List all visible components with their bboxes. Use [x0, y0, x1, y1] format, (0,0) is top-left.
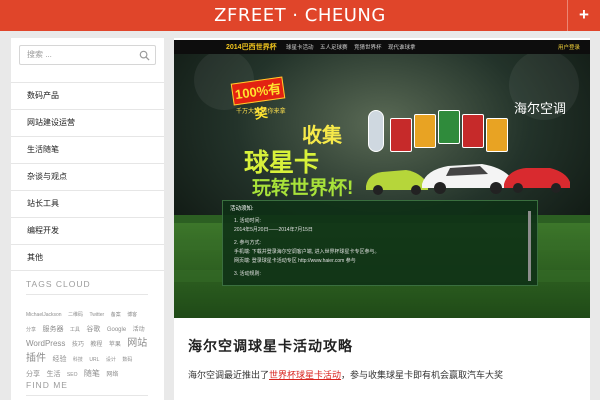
info-line: 3. 活动规则:: [234, 271, 261, 277]
tag-link[interactable]: 苹果: [109, 342, 121, 348]
info-line: 2. 参与方式:: [234, 240, 261, 246]
tag-link[interactable]: 插件: [26, 353, 46, 364]
info-line: 网页端: 登录球星卡活动专区 http://www.haier.com 参与: [234, 258, 356, 264]
tag-link[interactable]: 技巧: [72, 342, 84, 348]
activity-info-panel: 活动须知: 1. 活动时间: 2014年5月20日——2014年7月15日 2.…: [222, 200, 538, 286]
tag-link[interactable]: Google: [107, 327, 126, 333]
tag-link[interactable]: 工具: [70, 327, 80, 333]
banner-slogan: 玩转世界杯!: [252, 178, 354, 199]
banner-nav-item: 球星卡活动: [286, 45, 314, 51]
divider: [26, 395, 148, 396]
category-item[interactable]: 站长工具: [11, 190, 164, 217]
tag-link[interactable]: 二维码: [68, 312, 83, 318]
category-item[interactable]: 其他: [11, 244, 164, 271]
tag-link[interactable]: 经验: [52, 356, 66, 363]
search-icon[interactable]: [139, 50, 150, 61]
search-input[interactable]: 搜索 ...: [19, 45, 156, 65]
category-item[interactable]: 生活随笔: [11, 136, 164, 163]
tags-cloud-title: TAGS CLOUD: [26, 279, 91, 289]
info-line: 手机端: 下载并登录海尔空调客户端, 进入世界杯球星卡专区参与。: [234, 249, 380, 255]
player-card: [390, 118, 412, 152]
excerpt-text: ，参与收集球星卡即有机会赢取汽车大奖: [341, 370, 504, 380]
tag-link[interactable]: 分享: [26, 371, 40, 378]
banner-nav: 2014巴西世界杯 球星卡活动 五人足球赛 竞猜世界杯 现代谁球拿 用户登录: [174, 40, 590, 54]
tag-cloud: MichaelJackson 二维码 Twitter 备案 博客 分享 服务器 …: [26, 306, 152, 381]
tag-link[interactable]: 网站: [127, 338, 147, 349]
category-item[interactable]: 网站建设运营: [11, 109, 164, 136]
category-item[interactable]: 杂谈与观点: [11, 163, 164, 190]
excerpt-text: 海尔空调最近推出了: [188, 370, 270, 380]
tag-link[interactable]: 活动: [133, 327, 145, 333]
tag-link[interactable]: 服务器: [42, 326, 63, 333]
menu-toggle-button[interactable]: +: [567, 0, 600, 31]
player-card: [438, 110, 460, 144]
banner-nav-item: 现代谁球拿: [388, 45, 416, 51]
tag-link[interactable]: 设计: [106, 357, 116, 363]
tag-link[interactable]: 谷歌: [86, 326, 100, 333]
site-title[interactable]: ZFREET · CHEUNG: [0, 0, 600, 31]
banner-nav-item: 竞猜世界杯: [354, 45, 382, 51]
tag-link[interactable]: 科技: [73, 357, 83, 363]
scrollbar[interactable]: [528, 211, 531, 281]
prize-subtitle: 千万大奖 等你来拿: [236, 109, 286, 115]
featured-image[interactable]: 2014巴西世界杯 球星卡活动 五人足球赛 竞猜世界杯 现代谁球拿 用户登录 1…: [174, 40, 590, 318]
banner-nav-item: 五人足球赛: [320, 45, 348, 51]
tag-link[interactable]: Twitter: [90, 312, 105, 318]
category-item[interactable]: 编程开发: [11, 217, 164, 244]
tag-link[interactable]: 网络: [106, 372, 118, 378]
air-conditioner: [368, 110, 384, 152]
brand-logo: 海尔空调: [513, 102, 566, 117]
find-me-title: FIND ME: [26, 380, 68, 390]
tag-link[interactable]: 生活: [46, 371, 60, 378]
excerpt-link[interactable]: 世界杯球星卡活动: [269, 370, 341, 380]
post-card: 2014巴西世界杯 球星卡活动 五人足球赛 竞猜世界杯 现代谁球拿 用户登录 1…: [174, 38, 590, 400]
info-line: 1. 活动时间:: [234, 218, 261, 224]
tag-link[interactable]: 数码: [122, 357, 132, 363]
info-title: 活动须知:: [230, 206, 254, 212]
divider: [26, 294, 148, 295]
tag-link[interactable]: MichaelJackson: [26, 312, 62, 318]
tag-link[interactable]: 教程: [90, 342, 102, 348]
tag-link[interactable]: 备案: [111, 312, 121, 318]
post-title[interactable]: 海尔空调球星卡活动攻略: [188, 336, 353, 356]
search-placeholder: 搜索 ...: [27, 50, 52, 59]
tag-link[interactable]: URL: [89, 357, 99, 363]
player-card: [486, 118, 508, 152]
info-line: 2014年5月20日——2014年7月15日: [234, 227, 313, 233]
banner-logo: 2014巴西世界杯: [226, 44, 277, 51]
banner-login: 用户登录: [557, 45, 580, 51]
tag-link[interactable]: 博客: [127, 312, 137, 318]
tag-link[interactable]: 分享: [26, 327, 36, 333]
tag-link[interactable]: SEO: [67, 372, 78, 378]
category-list: 数码产品 网站建设运营 生活随笔 杂谈与观点 站长工具 编程开发 其他: [11, 82, 164, 271]
post-excerpt: 海尔空调最近推出了世界杯球星卡活动，参与收集球星卡即有机会赢取汽车大奖: [188, 368, 503, 381]
tag-link[interactable]: WordPress: [26, 339, 65, 348]
player-card: [462, 114, 484, 148]
red-car: [504, 168, 570, 193]
tag-link[interactable]: 随笔: [84, 369, 100, 378]
player-card: [414, 114, 436, 148]
top-bar: ZFREET · CHEUNG +: [0, 0, 600, 31]
category-item[interactable]: 数码产品: [11, 82, 164, 109]
sidebar: 搜索 ... 数码产品 网站建设运营 生活随笔 杂谈与观点 站长工具 编程开发 …: [11, 38, 164, 400]
